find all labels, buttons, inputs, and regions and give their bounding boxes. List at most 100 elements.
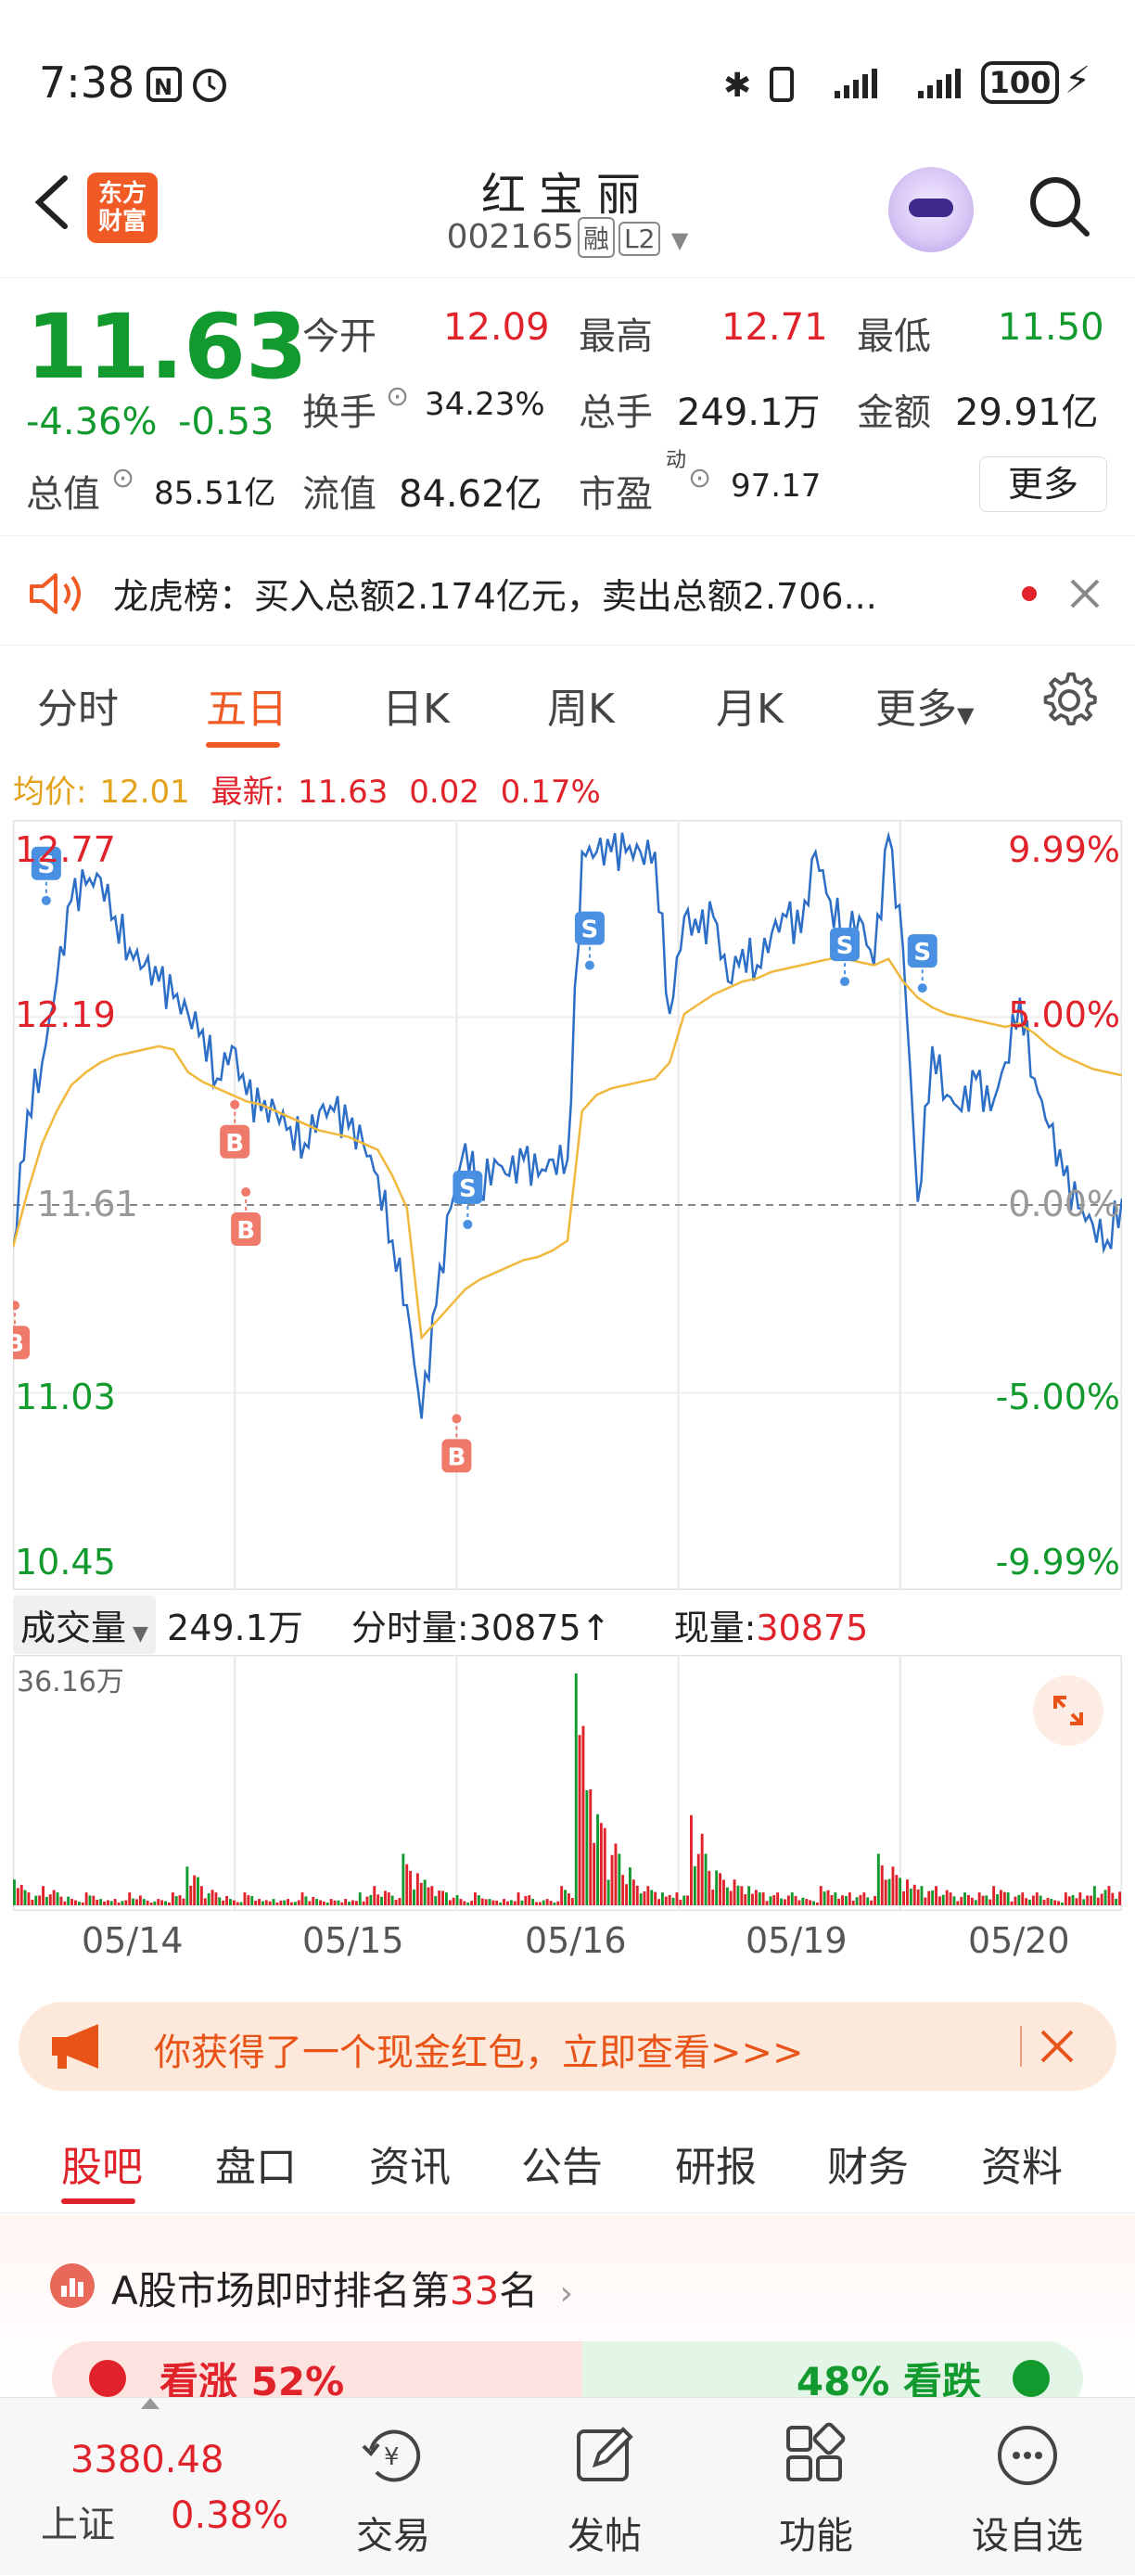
high-label: 最高 xyxy=(579,315,653,358)
volume-bar xyxy=(941,1894,945,1905)
volume-bar xyxy=(963,1892,966,1905)
close-icon[interactable] xyxy=(1068,577,1102,610)
volume-bar xyxy=(747,1886,751,1905)
tab-forum[interactable]: 股吧 xyxy=(61,2134,143,2193)
average-price-line: 均价: 12.01 最新: 11.63 0.02 0.17% xyxy=(13,766,601,812)
y-tick-right-3: -5.00% xyxy=(995,1377,1120,1417)
level2-tag: L2 xyxy=(619,222,661,256)
volume-bar xyxy=(805,1899,809,1905)
volume-bar xyxy=(1082,1899,1086,1905)
total-mv-value: 85.51亿 xyxy=(154,475,276,512)
volume-bar xyxy=(938,1896,941,1905)
index-quote[interactable]: 3380.48 上证 0.38% xyxy=(0,2398,297,2576)
tab-research[interactable]: 研报 xyxy=(675,2134,757,2193)
volume-bar xyxy=(325,1903,329,1905)
volume-label: 成交量 xyxy=(20,1608,127,1648)
gear-icon[interactable] xyxy=(1040,672,1098,729)
tab-monthly-k[interactable]: 月K xyxy=(716,675,784,735)
tab-announcements[interactable]: 公告 xyxy=(521,2134,603,2193)
float-mv-value: 84.62亿 xyxy=(399,473,542,516)
volume-bar xyxy=(261,1901,264,1905)
volume-bar xyxy=(283,1900,287,1905)
volume-bar xyxy=(121,1901,124,1905)
volume-bar xyxy=(654,1891,657,1905)
volume-bar xyxy=(405,1864,409,1905)
trade-marker-B: B xyxy=(13,1330,24,1358)
volume-bar xyxy=(88,1895,92,1905)
volume-bar xyxy=(981,1895,985,1905)
tab-finance[interactable]: 财务 xyxy=(827,2134,909,2193)
volume-bar xyxy=(387,1892,390,1905)
volume-bar xyxy=(362,1901,365,1905)
volume-bar xyxy=(380,1896,383,1905)
search-icon[interactable] xyxy=(1026,173,1092,239)
five-day-price-chart[interactable]: SBBSBSSSB 12.77 12.19 11.61 11.03 10.45 … xyxy=(0,819,1124,1591)
trade-marker-B: B xyxy=(236,1217,255,1245)
volume-bar xyxy=(668,1894,671,1905)
volume-bar xyxy=(300,1892,304,1905)
svg-text:✱: ✱ xyxy=(723,67,751,105)
tab-order-book[interactable]: 盘口 xyxy=(215,2134,297,2193)
volume-bar xyxy=(109,1901,113,1905)
volume-bar xyxy=(45,1896,48,1905)
volume-bar xyxy=(1006,1892,1010,1905)
tab-weekly-k[interactable]: 周K xyxy=(547,675,615,735)
volume-bar xyxy=(365,1896,369,1905)
more-quote-button[interactable]: 更多 xyxy=(979,456,1107,512)
tab-five-day[interactable]: 五日 xyxy=(206,675,287,735)
volume-selector[interactable]: 成交量 ▼ xyxy=(13,1596,156,1654)
red-packet-text: 你获得了一个现金红包，立即查看>>> xyxy=(154,2031,804,2074)
volume-bar xyxy=(535,1902,538,1905)
volume-bar xyxy=(513,1901,516,1905)
current-volume-value: 30875 xyxy=(756,1608,869,1648)
tab-news[interactable]: 资讯 xyxy=(369,2134,451,2193)
volume-bar xyxy=(31,1899,34,1905)
latest-change: 0.02 xyxy=(409,774,479,811)
volume-bar xyxy=(596,1813,599,1905)
volume-bar xyxy=(463,1901,466,1905)
volume-bar xyxy=(542,1900,545,1905)
rank-link[interactable]: A股市场即时排名第33名 › xyxy=(111,2260,573,2316)
volume-bar xyxy=(99,1899,103,1905)
tab-intraday[interactable]: 分时 xyxy=(37,675,119,735)
volume-chart[interactable]: 36.16万 xyxy=(12,1654,1123,1912)
volume-bar xyxy=(761,1892,765,1905)
volume-bar xyxy=(606,1879,610,1905)
volume-bar xyxy=(837,1898,841,1905)
nav-trade[interactable]: ¥ 交易 xyxy=(319,2398,467,2576)
y-tick-left-3: 11.03 xyxy=(15,1377,116,1417)
tab-more[interactable]: 更多▼ xyxy=(875,675,974,735)
nav-post[interactable]: 发帖 xyxy=(530,2398,679,2576)
close-icon[interactable] xyxy=(1039,2028,1076,2065)
nav-add-watchlist[interactable]: 设自选 xyxy=(953,2398,1102,2576)
dragon-tiger-notice[interactable]: 龙虎榜：买入总额2.174亿元，卖出总额2.706... xyxy=(0,538,1135,646)
volume-bar xyxy=(92,1895,96,1905)
volume-bar xyxy=(574,1673,578,1905)
volume-bar xyxy=(549,1901,553,1905)
volume-bar xyxy=(618,1853,621,1905)
volume-bar xyxy=(354,1901,358,1905)
bar-chart-icon xyxy=(50,2263,95,2308)
expand-chart-button[interactable] xyxy=(1033,1675,1103,1746)
volume-bar xyxy=(52,1890,56,1905)
red-packet-banner[interactable]: 你获得了一个现金红包，立即查看>>> xyxy=(19,2002,1116,2091)
volume-bar xyxy=(423,1879,427,1905)
tab-daily-k[interactable]: 日K xyxy=(382,675,450,735)
volume-bar xyxy=(992,1886,996,1905)
volume-bar xyxy=(927,1890,931,1905)
nav-functions[interactable]: 功能 xyxy=(742,2398,890,2576)
volume-bar xyxy=(142,1899,146,1905)
volume-bar xyxy=(736,1885,740,1905)
nav-trade-label: 交易 xyxy=(356,2515,430,2557)
volume-bar xyxy=(470,1901,474,1905)
volume-bar xyxy=(1064,1892,1067,1905)
tab-profile[interactable]: 资料 xyxy=(981,2134,1063,2193)
volume-bar xyxy=(751,1893,754,1905)
volume-bar xyxy=(614,1843,618,1905)
volume-bar xyxy=(308,1901,312,1905)
volume-bar xyxy=(107,1900,109,1905)
volume-bar xyxy=(690,1814,693,1905)
volume-bar xyxy=(851,1900,855,1905)
volume-bar xyxy=(902,1891,905,1905)
assistant-robot-icon[interactable] xyxy=(888,167,974,252)
